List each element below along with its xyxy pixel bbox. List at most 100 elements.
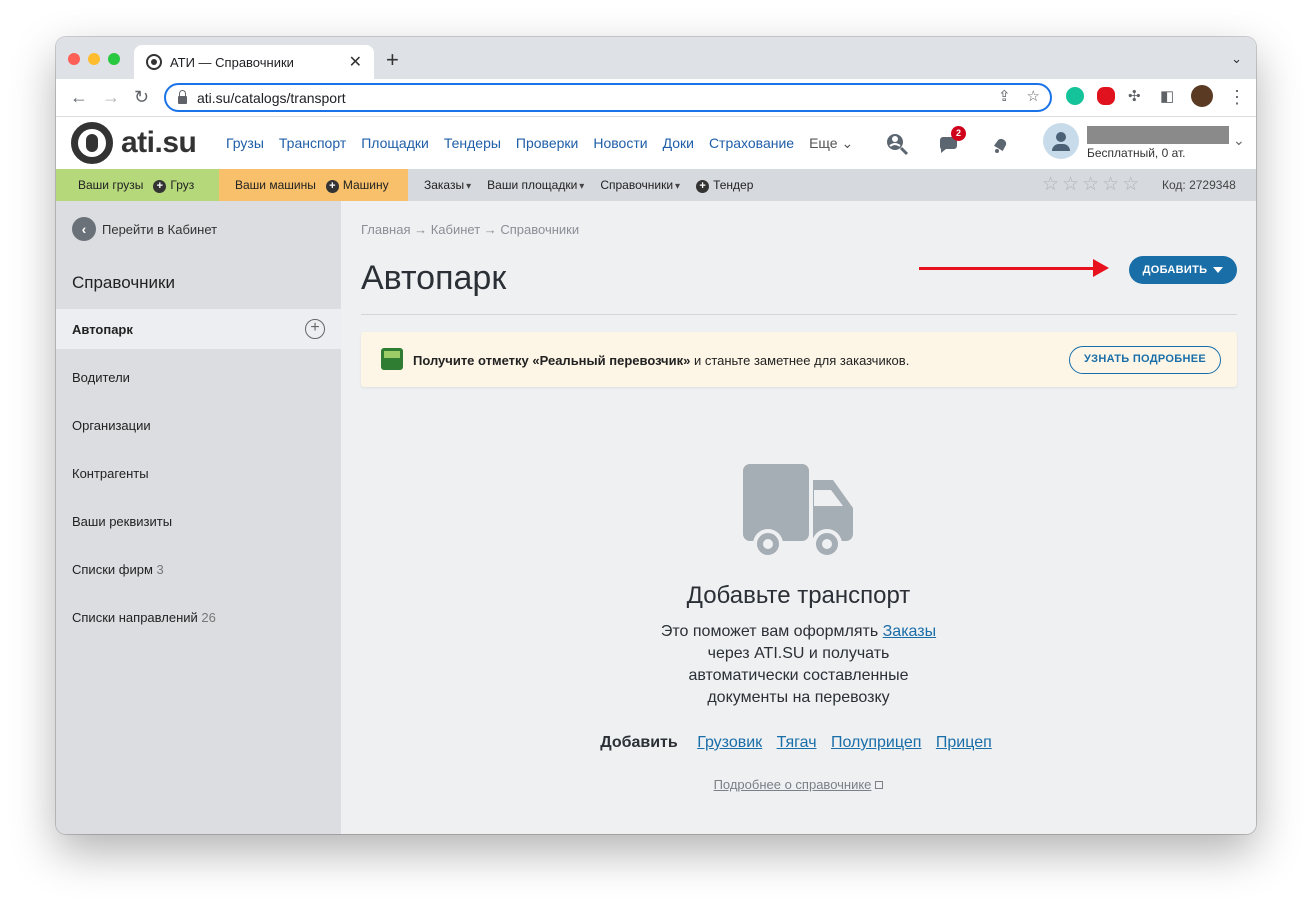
close-tab-icon[interactable]: ✕ xyxy=(349,52,362,72)
sidebar-item-fleet[interactable]: Автопарк + xyxy=(56,309,341,349)
orders-label: Заказы xyxy=(424,178,465,192)
breadcrumb[interactable]: Главная → Кабинет → Справочники xyxy=(361,222,579,237)
sidebar: ‹ Перейти в Кабинет Справочники Автопарк… xyxy=(56,201,341,834)
extensions-puzzle-icon[interactable]: ✣ xyxy=(1128,87,1141,107)
nav-news[interactable]: Новости xyxy=(593,135,647,152)
username-redacted[interactable] xyxy=(1087,126,1229,144)
nav-docs[interactable]: Доки xyxy=(663,135,694,152)
plus-icon: + xyxy=(325,179,339,193)
sidebar-item-label: Автопарк xyxy=(72,322,133,337)
side-panel-icon[interactable]: ◧ xyxy=(1160,87,1174,107)
user-menu-chevron-icon[interactable]: ⌄ xyxy=(1233,132,1245,149)
browser-toolbar: ← → ↻ ati.su/catalogs/transport ⇪ ☆ ✣ ◧ … xyxy=(56,79,1256,117)
main-content: Главная → Кабинет → Справочники Автопарк… xyxy=(341,201,1256,834)
page-title: Автопарк xyxy=(361,259,507,297)
nav-checks[interactable]: Проверки xyxy=(516,135,578,152)
add-semitrailer-link[interactable]: Полуприцеп xyxy=(831,734,921,751)
firm-search-icon[interactable] xyxy=(885,132,909,156)
add-cargo-button[interactable]: + Груз xyxy=(153,178,194,193)
orders-link[interactable]: Заказы xyxy=(883,623,936,640)
user-code: Код: 2729348 xyxy=(1162,178,1236,192)
about-catalog-link[interactable]: Подробнее о справочнике xyxy=(341,777,1256,792)
sidebar-item-firm-lists[interactable]: Списки фирм 3 xyxy=(72,562,164,577)
address-bar[interactable]: ati.su/catalogs/transport ⇪ ☆ xyxy=(164,83,1052,112)
caret-down-icon xyxy=(1213,267,1224,273)
add-tender-button[interactable]: + Тендер xyxy=(696,178,753,193)
external-link-icon xyxy=(875,781,884,789)
your-cargo-link[interactable]: Ваши грузы xyxy=(78,178,143,192)
nav-transport[interactable]: Транспорт xyxy=(279,135,346,152)
tab-strip: АТИ — Справочники ✕ + ⌄ xyxy=(56,37,1256,79)
back-to-cabinet-link[interactable]: ‹ Перейти в Кабинет xyxy=(72,217,217,241)
add-dropdown-button[interactable]: ДОБАВИТЬ xyxy=(1129,256,1237,284)
add-trailer-link[interactable]: Прицеп xyxy=(936,734,992,751)
subnav-menus: Заказы ▾ Ваши площадки ▾ Справочники ▾ + Тен… xyxy=(414,169,763,201)
add-circle-icon[interactable]: + xyxy=(305,319,325,339)
user-avatar[interactable] xyxy=(1043,123,1079,159)
grammarly-extension-icon[interactable] xyxy=(1066,87,1084,105)
trucks-segment: Ваши машины + Машину xyxy=(219,169,408,201)
minimize-window-button[interactable] xyxy=(88,53,100,65)
learn-more-button[interactable]: УЗНАТЬ ПОДРОБНЕЕ xyxy=(1069,346,1221,374)
nav-more[interactable]: Еще ⌄ xyxy=(809,135,853,152)
main-nav: Грузы Транспорт Площадки Тендеры Проверк… xyxy=(226,135,853,152)
desc-line-3: автоматически составленные xyxy=(688,667,909,684)
sidebar-item-requisites[interactable]: Ваши реквизиты xyxy=(72,514,172,529)
sidebar-item-contractors[interactable]: Контрагенты xyxy=(72,466,149,481)
forward-arrow-icon[interactable]: → xyxy=(102,87,120,107)
sidebar-item-direction-lists[interactable]: Списки направлений 26 xyxy=(72,610,216,625)
sidebar-title: Справочники xyxy=(72,273,175,292)
areas-menu[interactable]: Ваши площадки ▾ xyxy=(487,178,584,192)
bus-icon xyxy=(381,348,403,370)
notifications-bell-icon[interactable] xyxy=(989,132,1011,154)
chevron-left-icon: ‹ xyxy=(72,217,96,241)
your-trucks-link[interactable]: Ваши машины xyxy=(235,178,316,192)
banner-bold-text: Получите отметку «Реальный перевозчик» xyxy=(413,353,691,368)
add-truck-button[interactable]: + Машину xyxy=(325,178,389,193)
bookmark-star-icon[interactable]: ☆ xyxy=(1027,87,1040,105)
desc-line-4: документы на перевозку xyxy=(707,689,890,706)
banner-text: Получите отметку «Реальный перевозчик» и… xyxy=(413,353,909,368)
plus-icon: + xyxy=(153,179,167,193)
cargo-segment: Ваши грузы + Груз xyxy=(56,169,219,201)
catalogs-menu[interactable]: Справочники ▾ xyxy=(600,178,680,192)
ati-favicon-icon xyxy=(146,54,162,70)
tender-label: Тендер xyxy=(713,177,754,192)
close-window-button[interactable] xyxy=(68,53,80,65)
messages-icon[interactable]: 2 xyxy=(937,126,966,154)
orders-menu[interactable]: Заказы ▾ xyxy=(424,178,471,192)
rating-stars: ☆ ☆ ☆ ☆ ☆ xyxy=(1042,175,1139,195)
browser-menu-icon[interactable]: ⋮ xyxy=(1228,87,1246,107)
reload-icon[interactable]: ↻ xyxy=(134,87,149,107)
sidebar-item-organizations[interactable]: Организации xyxy=(72,418,151,433)
empty-state-description: Это поможет вам оформлять Заказы через A… xyxy=(341,621,1256,709)
nav-areas[interactable]: Площадки xyxy=(361,135,429,152)
nav-tenders[interactable]: Тендеры xyxy=(444,135,501,152)
add-truck-link[interactable]: Грузовик xyxy=(697,734,762,751)
nav-insurance[interactable]: Страхование xyxy=(709,135,794,152)
plus-icon: + xyxy=(696,179,710,193)
chevron-down-icon: ▾ xyxy=(579,181,585,192)
add-vehicle-row: Добавить Грузовик Тягач Полуприцеп Прице… xyxy=(341,734,1256,752)
sidebar-item-label: Списки фирм xyxy=(72,562,153,577)
browser-tab[interactable]: АТИ — Справочники ✕ xyxy=(134,45,374,79)
new-tab-button[interactable]: + xyxy=(386,49,399,71)
catalogs-label: Справочники xyxy=(600,178,674,192)
adblock-extension-icon[interactable] xyxy=(1097,87,1115,105)
zoom-window-button[interactable] xyxy=(108,53,120,65)
share-icon[interactable]: ⇪ xyxy=(998,87,1011,105)
red-arrow-annotation xyxy=(919,259,1109,277)
sidebar-item-count: 26 xyxy=(201,610,216,625)
window-controls xyxy=(68,53,120,65)
ati-logo[interactable]: ati.su xyxy=(71,122,197,164)
nav-cargo[interactable]: Грузы xyxy=(226,135,264,152)
tab-search-chevron-icon[interactable]: ⌄ xyxy=(1231,51,1242,67)
add-tractor-link[interactable]: Тягач xyxy=(777,734,817,751)
back-arrow-icon[interactable]: ← xyxy=(70,87,88,107)
sidebar-item-drivers[interactable]: Водители xyxy=(72,370,130,385)
url-text: ati.su/catalogs/transport xyxy=(197,89,346,106)
profile-avatar[interactable] xyxy=(1191,85,1213,107)
sidebar-item-count: 3 xyxy=(156,562,164,577)
banner-rest-text: и станьте заметнее для заказчиков. xyxy=(690,353,910,368)
star-icon: ☆ xyxy=(1102,174,1120,195)
